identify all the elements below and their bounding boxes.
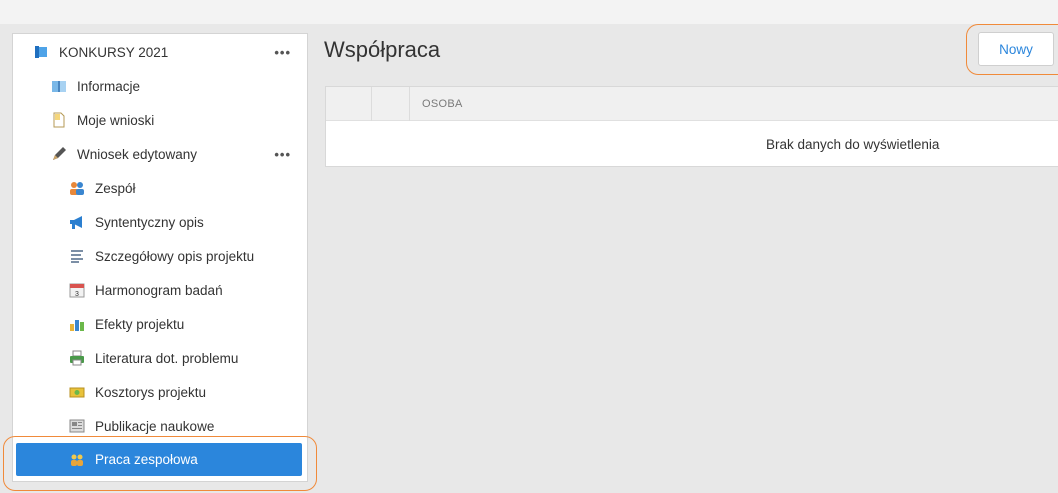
sidebar-item-label: Harmonogram badań: [95, 282, 223, 298]
team-icon: [69, 180, 85, 196]
sidebar-item-praca-zespolowa[interactable]: Praca zespołowa: [16, 443, 302, 476]
sidebar-item-efekty[interactable]: Efekty projektu: [69, 307, 299, 341]
sidebar-item-informacje[interactable]: Informacje: [51, 69, 307, 103]
sidebar-item-syntentyczny-opis[interactable]: Syntentyczny opis: [69, 205, 299, 239]
sidebar-item-kosztorys[interactable]: Kosztorys projektu: [69, 375, 299, 409]
root-more-icon[interactable]: •••: [274, 45, 291, 60]
wniosek-more-icon[interactable]: •••: [274, 147, 291, 162]
pencil-icon: [51, 146, 67, 162]
bar-chart-icon: [69, 316, 85, 332]
sidebar-item-label: Syntentyczny opis: [95, 214, 204, 230]
data-grid: OSOBA Brak danych do wyświetlenia: [325, 86, 1058, 167]
empty-grid-message: Brak danych do wyświetlenia: [766, 137, 940, 152]
grid-column-osoba[interactable]: OSOBA: [410, 87, 1058, 121]
sidebar-item-label: Informacje: [77, 78, 141, 94]
sidebar-item-label: Praca zespołowa: [95, 452, 198, 467]
money-icon: [69, 384, 85, 400]
svg-text:3: 3: [75, 291, 79, 298]
sidebar-root-label: KONKURSY 2021: [59, 44, 169, 60]
grid-header: OSOBA: [326, 87, 1058, 121]
new-button[interactable]: Nowy: [978, 32, 1054, 66]
sidebar-item-label: Zespół: [95, 180, 136, 196]
sidebar-nav: KONKURSY 2021 ••• Informacje Moje wniosk…: [12, 33, 308, 482]
page-title: Współpraca: [324, 37, 441, 62]
newspaper-icon: [69, 418, 85, 434]
sidebar-item-zespol[interactable]: Zespół: [69, 171, 299, 205]
megaphone-icon: [69, 214, 85, 230]
sidebar-item-label: Szczegółowy opis projektu: [95, 248, 255, 264]
book-blue-icon: [33, 44, 49, 60]
column-header-osoba: OSOBA: [422, 98, 463, 110]
sidebar-item-label: Moje wnioski: [77, 112, 155, 128]
sidebar-root-konkursy[interactable]: KONKURSY 2021 •••: [33, 35, 307, 69]
text-lines-icon: [69, 248, 85, 264]
sidebar-item-label: Literatura dot. problemu: [95, 350, 239, 366]
top-strip: [0, 0, 1058, 24]
people-icon: [69, 452, 85, 468]
sidebar-item-wniosek-edytowany[interactable]: Wniosek edytowany •••: [51, 137, 307, 171]
sidebar-item-label: Kosztorys projektu: [95, 384, 207, 400]
grid-column-select[interactable]: [326, 87, 372, 121]
sidebar-item-szczegolowy-opis[interactable]: Szczegółowy opis projektu: [69, 239, 299, 273]
calendar-icon: 3: [69, 282, 85, 298]
sidebar-item-label: Publikacje naukowe: [95, 418, 215, 434]
sidebar-item-label: Efekty projektu: [95, 316, 185, 332]
sidebar-item-publikacje[interactable]: Publikacje naukowe: [69, 409, 299, 443]
sidebar-item-literatura[interactable]: Literatura dot. problemu: [69, 341, 299, 375]
open-book-icon: [51, 78, 67, 94]
sidebar-item-harmonogram[interactable]: 3 Harmonogram badań: [69, 273, 299, 307]
sidebar-item-moje-wnioski[interactable]: Moje wnioski: [51, 103, 307, 137]
document-icon: [51, 112, 67, 128]
sidebar-item-label: Wniosek edytowany: [77, 146, 198, 162]
printer-icon: [69, 350, 85, 366]
grid-column-actions[interactable]: [372, 87, 410, 121]
